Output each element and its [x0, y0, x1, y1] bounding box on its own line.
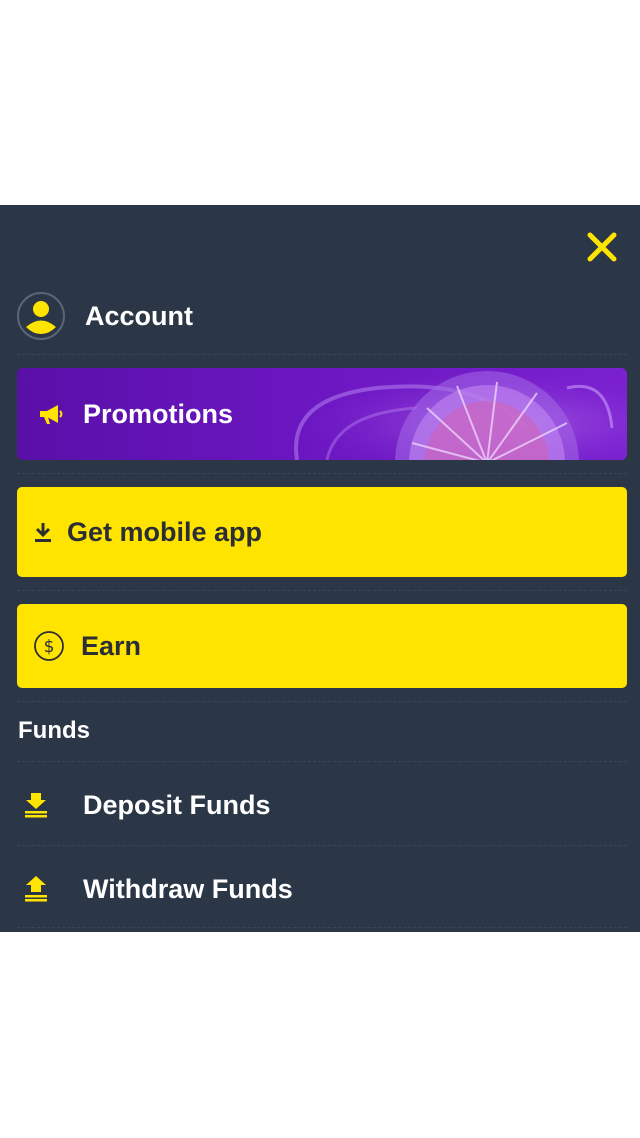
- close-icon: [587, 232, 617, 262]
- download-icon: [35, 523, 51, 542]
- deposit-funds-item[interactable]: Deposit Funds: [17, 775, 627, 835]
- divider: [17, 354, 627, 355]
- divider: [17, 761, 627, 762]
- side-menu: Account Promotions Get mobile app $ Earn…: [0, 205, 640, 932]
- account-menu-item[interactable]: Account: [17, 289, 627, 343]
- withdraw-icon: [25, 876, 47, 902]
- withdraw-funds-label: Withdraw Funds: [83, 873, 293, 904]
- divider: [17, 473, 627, 474]
- dollar-coin-icon: $: [34, 631, 64, 661]
- deposit-funds-label: Deposit Funds: [83, 789, 271, 820]
- wheel-decoration-icon: [267, 368, 627, 460]
- earn-button[interactable]: $ Earn: [17, 604, 627, 688]
- close-button[interactable]: [586, 231, 618, 263]
- deposit-icon: [25, 793, 47, 818]
- earn-label: Earn: [81, 630, 142, 661]
- withdraw-funds-item[interactable]: Withdraw Funds: [17, 859, 627, 919]
- funds-heading: Funds: [18, 717, 90, 744]
- promotions-banner[interactable]: Promotions: [17, 368, 627, 460]
- svg-text:$: $: [44, 637, 55, 657]
- divider: [17, 590, 627, 591]
- divider: [17, 927, 627, 928]
- get-mobile-app-button[interactable]: Get mobile app: [17, 487, 627, 577]
- get-mobile-app-label: Get mobile app: [67, 516, 263, 547]
- avatar: [17, 292, 65, 340]
- divider: [17, 701, 627, 702]
- account-label: Account: [85, 300, 193, 331]
- megaphone-icon: [40, 405, 63, 424]
- divider: [17, 845, 627, 846]
- user-avatar-icon: [26, 301, 56, 334]
- promotions-label: Promotions: [83, 398, 234, 429]
